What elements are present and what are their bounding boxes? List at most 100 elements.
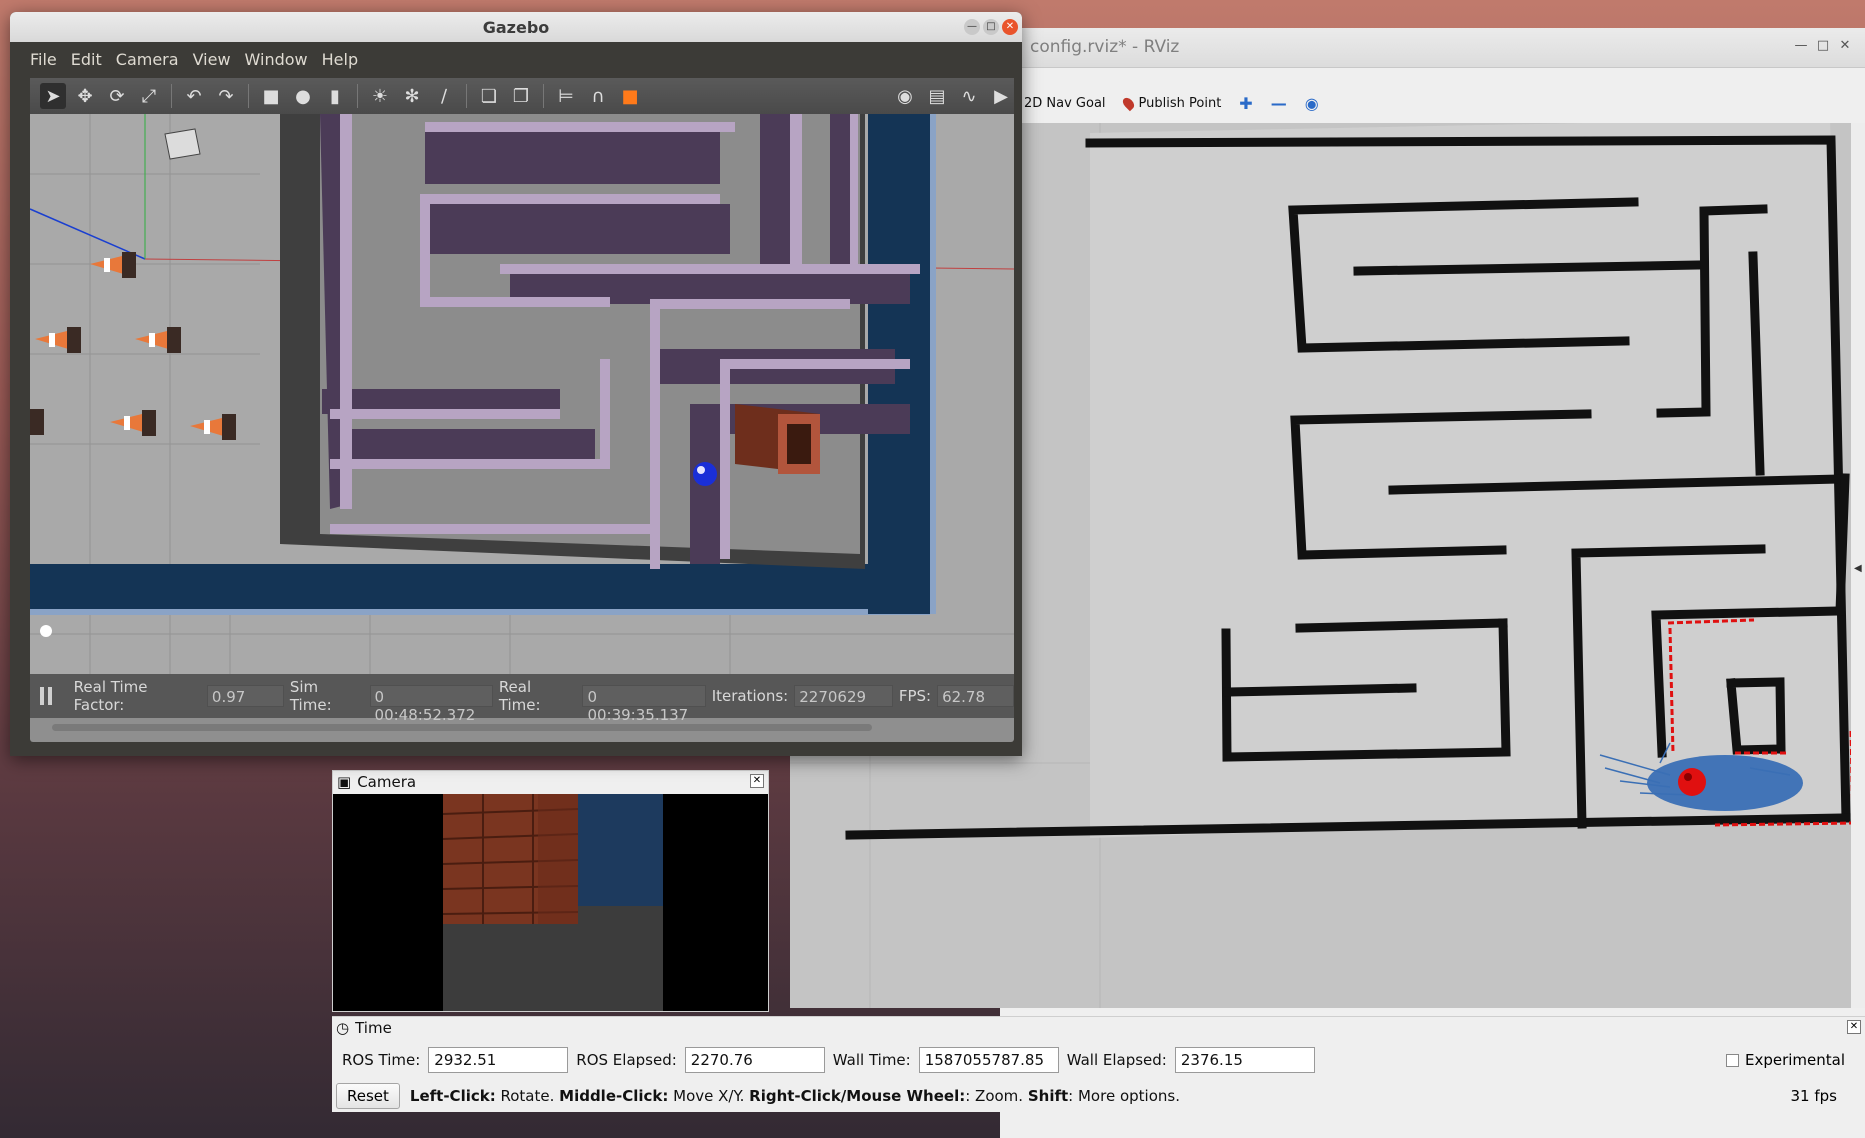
- sim-time-value: 0 00:48:52.372: [369, 685, 493, 724]
- box-icon[interactable]: ■: [258, 83, 284, 109]
- select-icon[interactable]: ➤: [40, 83, 66, 109]
- translate-icon[interactable]: ✥: [72, 83, 98, 109]
- sphere-icon[interactable]: ●: [290, 83, 316, 109]
- minimize-icon[interactable]: —: [1791, 36, 1811, 56]
- rviz-right-dock[interactable]: ◀: [1851, 123, 1865, 1008]
- gazebo-3d-scene[interactable]: [30, 114, 1014, 674]
- align-icon[interactable]: ⊨: [553, 83, 579, 109]
- rotate-icon[interactable]: ⟳: [104, 83, 130, 109]
- camera-panel-close-icon[interactable]: ✕: [750, 774, 764, 788]
- toolbar-separator: [171, 84, 172, 108]
- rviz-window: config.rviz* - RViz — □ ✕ 2D Nav Goal Pu…: [790, 28, 1865, 1138]
- record-icon[interactable]: ▶: [988, 83, 1014, 109]
- gazebo-titlebar: Gazebo — □ ✕: [10, 12, 1022, 42]
- gazebo-minimize-icon[interactable]: —: [964, 19, 980, 35]
- real-time-value: 0 00:39:35.137: [582, 685, 706, 724]
- camera-panel: ▣ Camera ✕: [332, 770, 769, 1012]
- directional-light-icon[interactable]: ∕: [431, 83, 457, 109]
- menu-help[interactable]: Help: [315, 50, 365, 69]
- hint-row: Reset Left-Click: Rotate. Middle-Click: …: [336, 1083, 1180, 1109]
- hint-left-click-desc: Rotate.: [495, 1087, 560, 1105]
- redo-icon[interactable]: ↷: [213, 83, 239, 109]
- gazebo-maximize-icon[interactable]: □: [983, 19, 999, 35]
- gazebo-close-icon[interactable]: ✕: [1002, 19, 1018, 35]
- wall-elapsed-label: Wall Elapsed:: [1066, 1051, 1167, 1069]
- time-panel-close-icon[interactable]: ✕: [1847, 1020, 1861, 1034]
- paste-icon[interactable]: ❐: [508, 83, 534, 109]
- iterations-label: Iterations:: [711, 687, 789, 705]
- camera-image: [333, 794, 768, 1011]
- experimental-label: Experimental: [1744, 1051, 1845, 1069]
- sim-time-label: Sim Time:: [289, 678, 332, 714]
- rviz-toolbar: 2D Nav Goal Publish Point ✚ — ◉: [1000, 88, 1865, 118]
- gazebo-robot: [693, 462, 717, 486]
- color-icon[interactable]: ■: [617, 83, 643, 109]
- gazebo-menubar: File Edit Camera View Window Help: [10, 42, 1022, 76]
- rtf-label: Real Time Factor:: [73, 678, 148, 714]
- ros-elapsed-field[interactable]: 2270.76: [684, 1047, 825, 1073]
- wall-time-label: Wall Time:: [832, 1051, 911, 1069]
- log-icon[interactable]: ▤: [924, 83, 950, 109]
- move-camera-icon[interactable]: ✚: [1239, 94, 1252, 113]
- screenshot-icon[interactable]: ◉: [892, 83, 918, 109]
- rviz-titlebar: config.rviz* - RViz — □ ✕: [1000, 28, 1865, 68]
- brick-box: [735, 404, 820, 474]
- collapse-arrow-icon[interactable]: ◀: [1854, 563, 1862, 574]
- gazebo-horizontal-scrollbar[interactable]: [52, 724, 872, 731]
- wall-elapsed-field[interactable]: 2376.15: [1174, 1047, 1315, 1073]
- time-panel: ◷ Time ✕ ROS Time: 2932.51 ROS Elapsed: …: [332, 1016, 1865, 1112]
- cylinder-icon[interactable]: ▮: [322, 83, 348, 109]
- fps-value: 62.78: [937, 685, 1015, 707]
- real-time-label: Real Time:: [498, 678, 541, 714]
- menu-camera[interactable]: Camera: [109, 50, 186, 69]
- eye-icon[interactable]: ◉: [1305, 94, 1319, 113]
- time-panel-header: ◷ Time: [332, 1017, 1865, 1039]
- experimental-checkbox[interactable]: [1725, 1053, 1739, 1067]
- origin-marker: [40, 625, 52, 637]
- menu-window[interactable]: Window: [238, 50, 315, 69]
- time-panel-title: Time: [355, 1019, 392, 1037]
- iterations-value: 2270629: [794, 685, 893, 707]
- camera-icon: ▣: [337, 773, 352, 791]
- hint-middle-click: Middle-Click:: [559, 1087, 669, 1105]
- close-icon[interactable]: ✕: [1835, 36, 1855, 56]
- ros-time-field[interactable]: 2932.51: [428, 1047, 569, 1073]
- maximize-icon[interactable]: □: [1813, 36, 1833, 56]
- menu-file[interactable]: File: [23, 50, 64, 69]
- gazebo-statusbar: Real Time Factor: 0.97 Sim Time: 0 00:48…: [30, 674, 1015, 724]
- gazebo-window-title: Gazebo: [482, 18, 550, 37]
- experimental-toggle[interactable]: Experimental: [1725, 1051, 1845, 1069]
- clock-icon: ◷: [336, 1019, 350, 1037]
- hint-middle-click-desc: Move X/Y.: [668, 1087, 750, 1105]
- camera-model: [164, 128, 201, 160]
- mouse-hint: Left-Click: Rotate. Middle-Click: Move X…: [410, 1087, 1180, 1105]
- plot-icon[interactable]: ∿: [956, 83, 982, 109]
- scale-icon[interactable]: ⤢: [136, 83, 162, 109]
- pause-icon[interactable]: [40, 687, 56, 705]
- undo-icon[interactable]: ↶: [181, 83, 207, 109]
- copy-icon[interactable]: ❏: [476, 83, 502, 109]
- publish-point-tool[interactable]: Publish Point: [1120, 95, 1222, 111]
- menu-edit[interactable]: Edit: [64, 50, 109, 69]
- time-fields-row: ROS Time: 2932.51 ROS Elapsed: 2270.76 W…: [342, 1047, 1315, 1073]
- rviz-window-title: config.rviz* - RViz: [1030, 37, 1180, 57]
- point-light-icon[interactable]: ☀: [367, 83, 393, 109]
- spot-light-icon[interactable]: ✻: [399, 83, 425, 109]
- wall-time-field[interactable]: 1587055787.85: [918, 1047, 1059, 1073]
- rtf-value: 0.97: [206, 685, 284, 707]
- menu-view[interactable]: View: [186, 50, 238, 69]
- hint-left-click: Left-Click:: [409, 1087, 496, 1105]
- nav-goal-tool[interactable]: 2D Nav Goal: [1024, 96, 1106, 111]
- gazebo-main: ➤ ✥ ⟳ ⤢ ↶ ↷ ■ ● ▮ ☀ ✻ ∕ ❏ ❐ ⊨ ∩ ■ ◉ ▤ ∿: [30, 78, 1015, 742]
- camera-panel-header: ▣ Camera: [333, 771, 768, 793]
- toolbar-separator: [357, 84, 358, 108]
- fps-label: FPS:: [898, 687, 932, 705]
- reset-button[interactable]: Reset: [336, 1083, 400, 1109]
- zoom-icon[interactable]: —: [1271, 94, 1287, 113]
- ros-elapsed-label: ROS Elapsed:: [576, 1051, 677, 1069]
- gazebo-toolbar: ➤ ✥ ⟳ ⤢ ↶ ↷ ■ ● ▮ ☀ ✻ ∕ ❏ ❐ ⊨ ∩ ■ ◉ ▤ ∿: [30, 78, 1014, 114]
- snap-icon[interactable]: ∩: [585, 83, 611, 109]
- hint-shift-desc: : More options.: [1068, 1087, 1180, 1105]
- hint-shift: Shift: [1027, 1087, 1069, 1105]
- publish-point-label: Publish Point: [1138, 95, 1222, 111]
